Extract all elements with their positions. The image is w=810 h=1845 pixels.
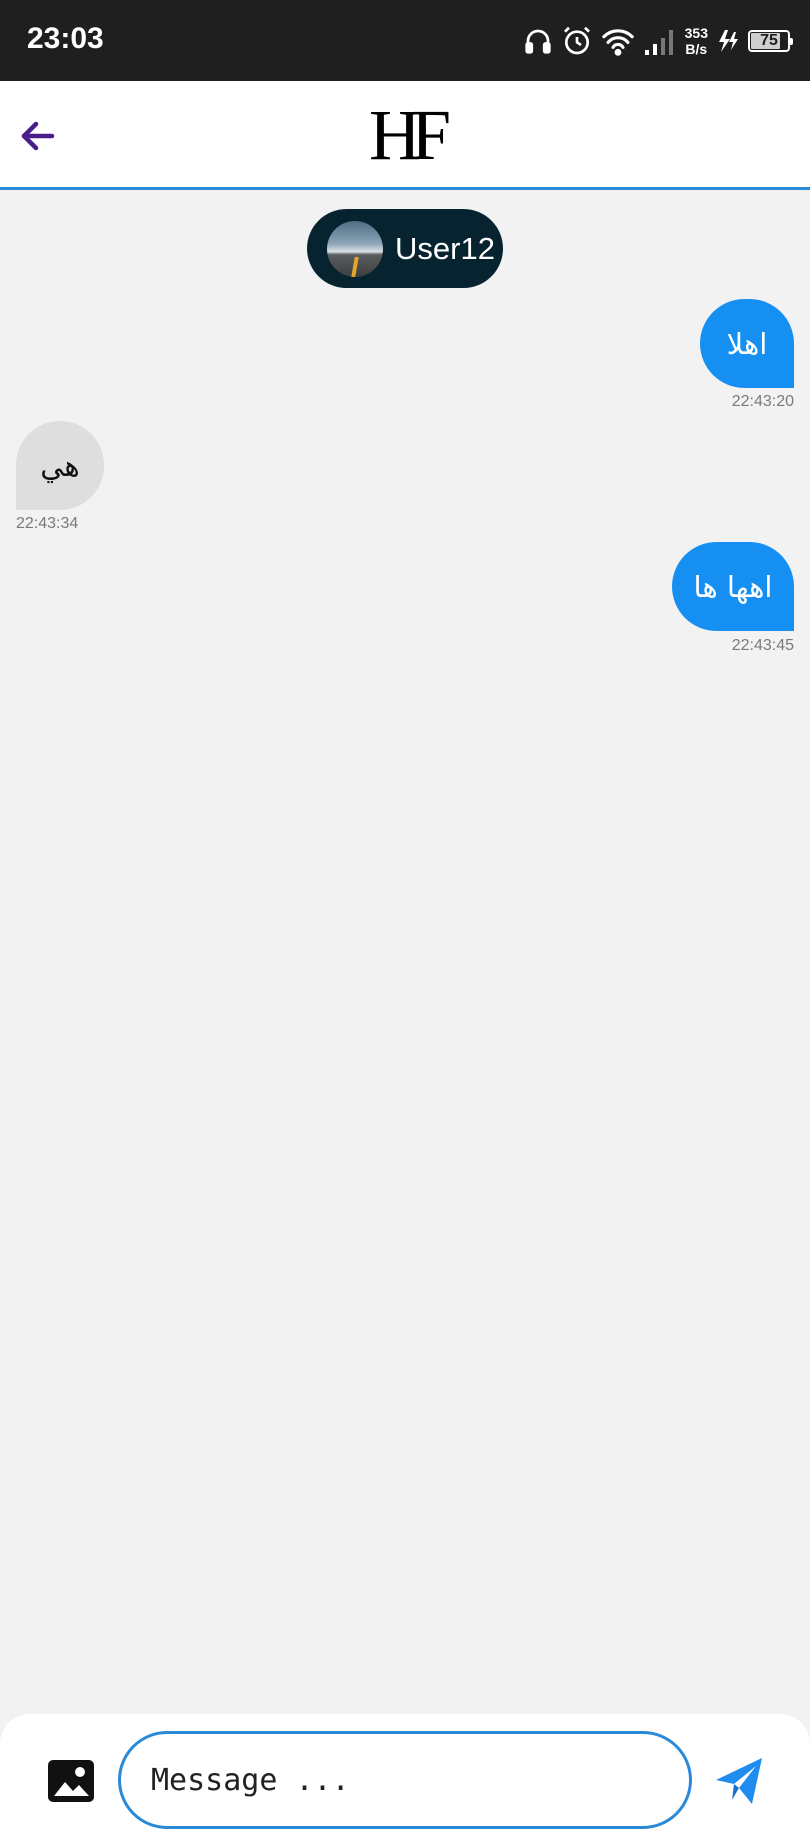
- headphones-icon: [525, 29, 551, 54]
- net-speed: 353 B/s: [685, 25, 708, 57]
- message-time: 22:43:34: [16, 515, 79, 532]
- status-time: 23:03: [27, 22, 104, 55]
- message-bubble-outgoing[interactable]: اهها ها: [672, 542, 794, 631]
- battery-level: 75: [760, 32, 778, 49]
- app-logo: HF: [368, 95, 451, 175]
- status-bar: 23:03 353 B/s 75: [0, 0, 810, 81]
- message-text: هي: [40, 448, 80, 483]
- peer-user-chip[interactable]: User12: [307, 209, 503, 288]
- peer-name: User12: [395, 230, 495, 266]
- message-bubble-outgoing[interactable]: اهلا: [700, 299, 794, 388]
- charging-icon: [719, 30, 738, 52]
- net-speed-value: 353: [684, 25, 708, 41]
- send-icon[interactable]: [712, 1754, 766, 1808]
- signal-icon: [644, 30, 673, 55]
- message-composer: [0, 1714, 810, 1845]
- message-bubble-incoming[interactable]: هي: [16, 421, 104, 510]
- image-icon[interactable]: [46, 1758, 96, 1804]
- alarm-icon: [563, 26, 590, 55]
- message-text: اهلا: [726, 326, 768, 361]
- status-icons: 353 B/s 75: [523, 20, 793, 62]
- message-input[interactable]: [118, 1731, 692, 1829]
- battery-icon: 75: [748, 30, 793, 52]
- avatar: [327, 220, 383, 277]
- net-speed-unit: B/s: [685, 41, 708, 57]
- message-time: 22:43:20: [731, 393, 794, 410]
- message-text: اهها ها: [693, 569, 773, 604]
- app-header: HF: [0, 81, 810, 190]
- wifi-icon: [601, 29, 634, 56]
- message-time: 22:43:45: [731, 637, 794, 654]
